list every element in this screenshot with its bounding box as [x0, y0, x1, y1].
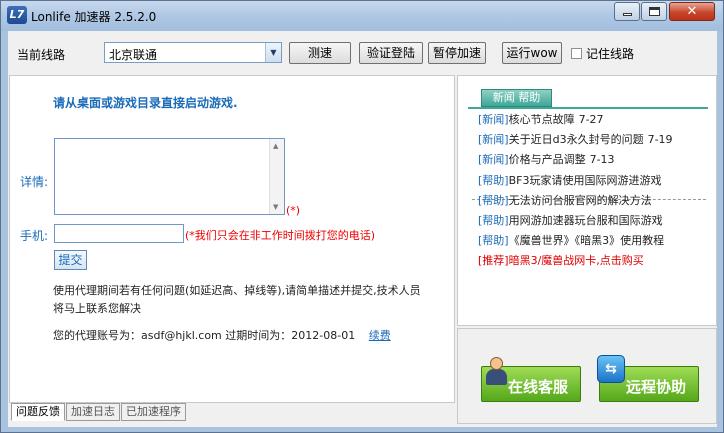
tab-accelerated-programs[interactable]: 已加速程序	[121, 403, 186, 421]
account-text: 您的代理账号为：asdf@hjkl.com 过期时间为：2012-08-01	[53, 329, 356, 342]
client-area: 当前线路 北京联通 ▼ 测速 验证登陆 暂停加速 运行wow 记住线路 请从桌面…	[8, 31, 717, 427]
instruction-text: 请从桌面或游戏目录直接启动游戏.	[53, 96, 238, 110]
pause-acceleration-button[interactable]: 暂停加速	[428, 42, 486, 64]
help-title: 《魔兽世界》《暗黑3》使用教程	[508, 234, 665, 247]
help-title: 用网游加速器玩台服和国际游戏	[508, 214, 663, 227]
promo-item[interactable]: [推荐]暗黑3/魔兽战网卡,点击购买	[478, 252, 644, 268]
speed-test-button[interactable]: 测速	[289, 42, 351, 64]
run-wow-button[interactable]: 运行wow	[502, 42, 562, 64]
news-date: 7-13	[589, 153, 615, 166]
news-date: 7-19	[647, 133, 673, 146]
remote-desktop-icon: ⇆	[597, 355, 625, 383]
required-mark: (*)	[286, 204, 301, 217]
phone-note: (*我们只会在非工作时间拨打您的电话)	[185, 229, 376, 242]
help-tag: [帮助]	[478, 234, 509, 247]
maximize-button[interactable]	[641, 2, 667, 21]
remote-assist-label: 远程协助	[626, 378, 687, 396]
scroll-down-icon[interactable]: ▼	[273, 203, 278, 211]
app-logo-icon: L7	[7, 6, 27, 24]
online-support-label: 在线客服	[508, 378, 569, 396]
help-item[interactable]: [帮助]BF3玩家请使用国际网游进游戏	[478, 172, 661, 188]
help-tag: [帮助]	[478, 214, 509, 227]
promo-tag: [推荐]	[478, 254, 509, 267]
news-tab-underline	[468, 107, 708, 109]
support-panel: 在线客服 ⇆ 远程协助	[457, 328, 717, 424]
tab-news-help[interactable]: 新闻 帮助	[481, 89, 552, 107]
news-title: 关于近日d3永久封号的问题	[508, 133, 644, 146]
help-title: 无法访问台服官网的解决方法	[508, 194, 652, 207]
news-item[interactable]: [新闻]关于近日d3永久封号的问题 7-19	[478, 131, 673, 147]
help-tag: [帮助]	[478, 194, 509, 207]
chevron-down-icon[interactable]: ▼	[265, 43, 281, 62]
phone-label: 手机:	[20, 229, 49, 243]
help-item[interactable]: [帮助]用网游加速器玩台服和国际游戏	[478, 212, 663, 228]
news-tag: [新闻]	[478, 133, 509, 146]
agent-icon	[484, 357, 508, 387]
route-select[interactable]: 北京联通 ▼	[104, 42, 282, 63]
detail-textarea[interactable]: ▲ ▼	[54, 138, 285, 215]
news-tag: [新闻]	[478, 153, 509, 166]
textarea-scrollbar[interactable]: ▲ ▼	[269, 139, 284, 214]
renew-link[interactable]: 续费	[369, 329, 391, 342]
news-title: 价格与产品调整	[508, 153, 586, 166]
verify-login-button[interactable]: 验证登陆	[359, 42, 423, 64]
agent-icon-head	[490, 357, 503, 370]
remember-route-checkbox[interactable]: 记住线路	[571, 45, 634, 62]
remote-assist-button[interactable]: ⇆ 远程协助	[597, 355, 699, 402]
bottom-tabs: 问题反馈 加速日志 已加速程序	[11, 403, 187, 421]
news-title: 核心节点故障	[508, 113, 575, 126]
help-text: 使用代理期间若有任何问题(如延迟高、掉线等),请简单描述并提交,技术人员将马上联…	[53, 284, 421, 315]
close-button[interactable]: ✕	[669, 2, 715, 21]
maximize-icon	[648, 7, 660, 16]
detail-label: 详情:	[20, 175, 49, 189]
route-selected-value: 北京联通	[109, 48, 158, 62]
submit-button[interactable]: 提交	[54, 250, 87, 270]
close-icon: ✕	[686, 4, 698, 19]
minimize-button[interactable]	[614, 2, 640, 21]
agent-icon-body	[486, 369, 507, 385]
tab-acceleration-log[interactable]: 加速日志	[66, 403, 120, 421]
help-item[interactable]: [帮助]无法访问台服官网的解决方法	[478, 192, 652, 208]
news-panel: 新闻 帮助 [新闻]核心节点故障 7-27 [新闻]关于近日d3永久封号的问题 7-…	[457, 75, 717, 326]
news-tag: [新闻]	[478, 113, 509, 126]
news-item[interactable]: [新闻]核心节点故障 7-27	[478, 111, 604, 127]
scroll-up-icon[interactable]: ▲	[273, 142, 278, 150]
tab-feedback[interactable]: 问题反馈	[11, 403, 65, 421]
checkbox-icon[interactable]	[571, 48, 582, 59]
news-date: 7-27	[578, 113, 604, 126]
remember-route-label: 记住线路	[586, 47, 635, 61]
promo-title: 暗黑3/魔兽战网卡,点击购买	[508, 254, 644, 267]
title-bar[interactable]: L7 Lonlife 加速器 2.5.2.0 ✕	[1, 1, 723, 31]
toolbar: 当前线路 北京联通 ▼ 测速 验证登陆 暂停加速 运行wow 记住线路	[8, 31, 717, 75]
news-item[interactable]: [新闻]价格与产品调整 7-13	[478, 151, 615, 167]
feedback-panel: 请从桌面或游戏目录直接启动游戏. 详情: ▲ ▼ (*) 手机: (*我们只会在…	[9, 75, 455, 403]
route-label: 当前线路	[17, 48, 66, 62]
phone-input[interactable]	[54, 224, 184, 243]
account-info: 您的代理账号为：asdf@hjkl.com 过期时间为：2012-08-01 续…	[53, 327, 391, 343]
help-tag: [帮助]	[478, 174, 509, 187]
help-title: BF3玩家请使用国际网游进游戏	[508, 174, 662, 187]
window-title: Lonlife 加速器 2.5.2.0	[31, 10, 157, 24]
online-support-button[interactable]: 在线客服	[481, 357, 581, 402]
help-item[interactable]: [帮助]《魔兽世界》《暗黑3》使用教程	[478, 232, 664, 248]
app-window: L7 Lonlife 加速器 2.5.2.0 ✕ 当前线路 北京联通 ▼ 测速 …	[0, 0, 724, 433]
minimize-icon	[622, 13, 632, 16]
